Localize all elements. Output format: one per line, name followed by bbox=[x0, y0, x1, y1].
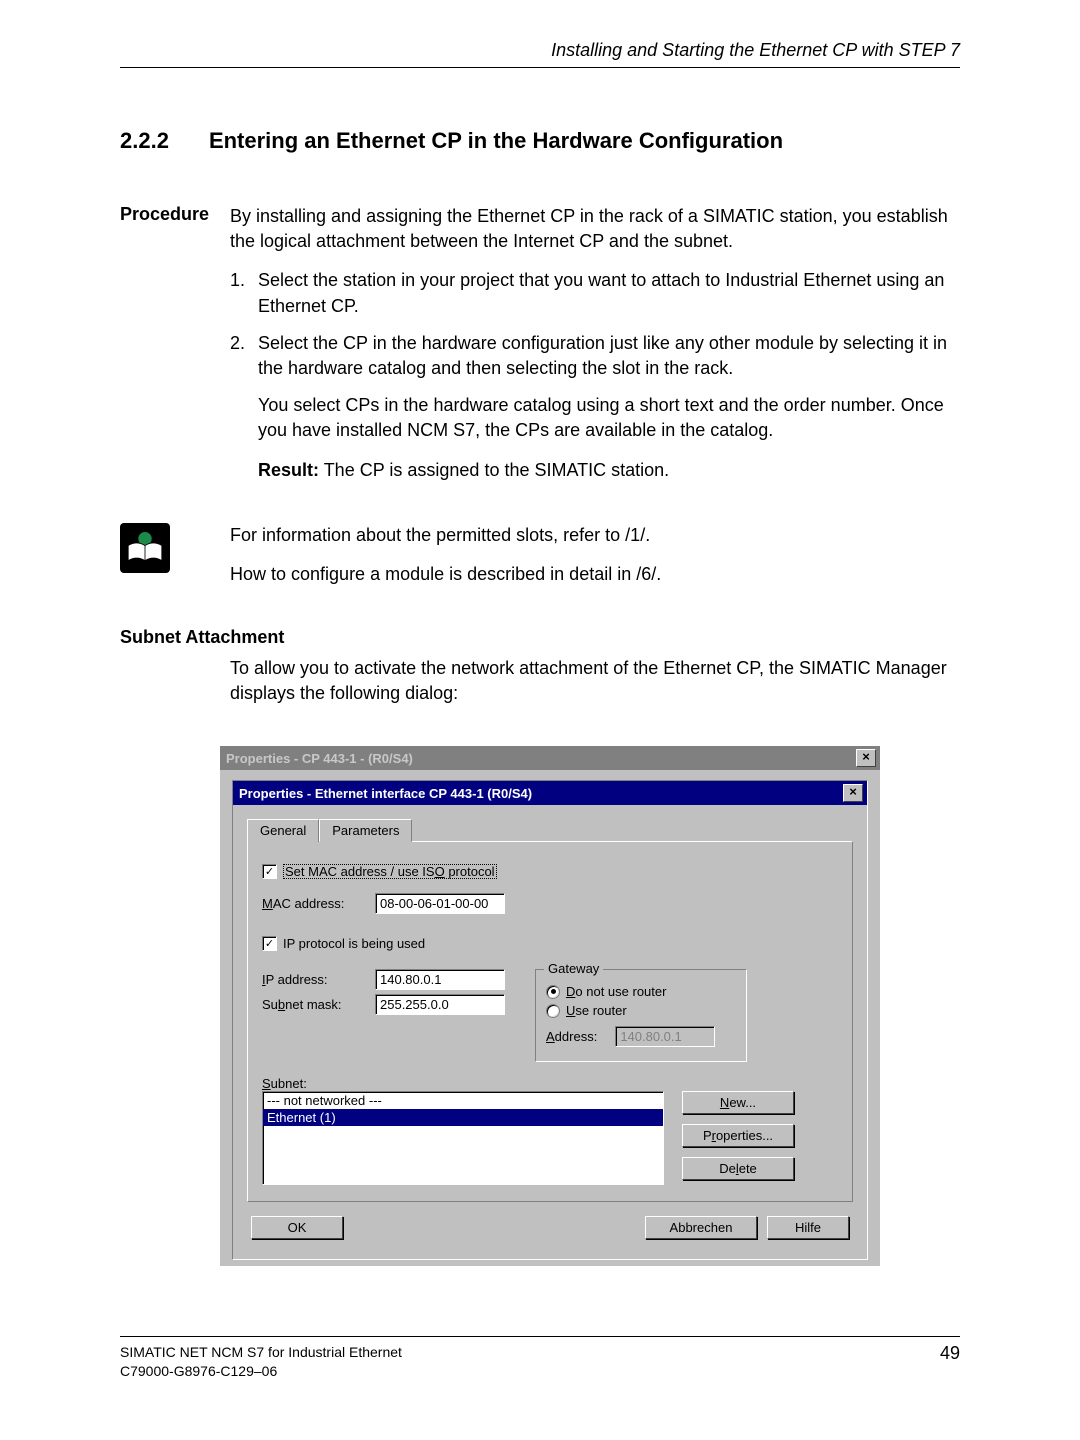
tab-general[interactable]: General bbox=[247, 819, 319, 842]
ip-address-label: IP address: bbox=[262, 972, 357, 987]
procedure-step-2: 2. Select the CP in the hardware configu… bbox=[230, 331, 960, 381]
subnet-mask-input[interactable]: 255.255.0.0 bbox=[375, 994, 505, 1015]
subnet-mask-label: Subnet mask: bbox=[262, 997, 357, 1012]
list-item[interactable]: Ethernet (1) bbox=[263, 1109, 663, 1126]
outer-title-text: Properties - CP 443-1 - (R0/S4) bbox=[226, 751, 413, 766]
list-item[interactable]: --- not networked --- bbox=[263, 1092, 663, 1109]
procedure-ref-1: For information about the permitted slot… bbox=[230, 523, 960, 548]
inner-title-text: Properties - Ethernet interface CP 443-1… bbox=[239, 786, 532, 801]
reader-icon bbox=[120, 523, 220, 573]
ip-used-checkbox[interactable]: ✓ bbox=[262, 936, 277, 951]
procedure-result: Result: The CP is assigned to the SIMATI… bbox=[258, 458, 960, 483]
mac-address-input[interactable]: 08-00-06-01-00-00 bbox=[375, 893, 505, 914]
tab-parameters[interactable]: Parameters bbox=[319, 819, 412, 842]
subnet-list-label: Subnet: bbox=[262, 1076, 838, 1091]
new-button[interactable]: New... bbox=[682, 1091, 794, 1114]
subnet-intro: To allow you to activate the network att… bbox=[230, 656, 960, 706]
ip-used-label: IP protocol is being used bbox=[283, 936, 425, 951]
footer-line2: C79000-G8976-C129–06 bbox=[120, 1362, 402, 1380]
inner-titlebar[interactable]: Properties - Ethernet interface CP 443-1… bbox=[233, 781, 867, 805]
procedure-label: Procedure bbox=[120, 204, 220, 497]
properties-dialog-outer: Properties - CP 443-1 - (R0/S4) × Proper… bbox=[220, 746, 880, 1266]
mac-address-label: MAC address: bbox=[262, 896, 357, 911]
footer-line1: SIMATIC NET NCM S7 for Industrial Ethern… bbox=[120, 1343, 402, 1361]
subnet-listbox[interactable]: --- not networked --- Ethernet (1) bbox=[262, 1091, 664, 1185]
page-number: 49 bbox=[940, 1343, 960, 1379]
procedure-step-1: 1. Select the station in your project th… bbox=[230, 268, 960, 318]
delete-button[interactable]: Delete bbox=[682, 1157, 794, 1180]
running-header: Installing and Starting the Ethernet CP … bbox=[120, 40, 960, 68]
outer-titlebar[interactable]: Properties - CP 443-1 - (R0/S4) × bbox=[220, 746, 880, 770]
close-icon[interactable]: × bbox=[843, 784, 863, 802]
section-number: 2.2.2 bbox=[120, 128, 169, 154]
use-router-label: Use router bbox=[566, 1003, 627, 1018]
set-mac-checkbox[interactable]: ✓ bbox=[262, 864, 277, 879]
use-router-radio[interactable] bbox=[546, 1004, 560, 1018]
section-heading: 2.2.2 Entering an Ethernet CP in the Har… bbox=[120, 128, 960, 154]
gateway-address-input: 140.80.0.1 bbox=[615, 1026, 715, 1047]
page-footer: SIMATIC NET NCM S7 for Industrial Ethern… bbox=[120, 1336, 960, 1379]
procedure-intro: By installing and assigning the Ethernet… bbox=[230, 204, 960, 254]
parameters-panel: ✓ Set MAC address / use ISO protocol MAC… bbox=[247, 841, 853, 1202]
set-mac-label: Set MAC address / use ISO protocol bbox=[283, 864, 497, 879]
no-router-label: Do not use router bbox=[566, 984, 666, 999]
ip-address-input[interactable]: 140.80.0.1 bbox=[375, 969, 505, 990]
procedure-ref-2: How to configure a module is described i… bbox=[230, 562, 960, 587]
properties-button[interactable]: Properties... bbox=[682, 1124, 794, 1147]
gateway-groupbox: Gateway Do not use router bbox=[535, 969, 747, 1062]
subnet-attachment-label: Subnet Attachment bbox=[120, 627, 960, 648]
gateway-address-label: Address: bbox=[546, 1029, 597, 1044]
gateway-title: Gateway bbox=[544, 961, 603, 976]
procedure-step-2b: You select CPs in the hardware catalog u… bbox=[258, 393, 960, 443]
help-button[interactable]: Hilfe bbox=[767, 1216, 849, 1239]
cancel-button[interactable]: Abbrechen bbox=[645, 1216, 757, 1239]
ok-button[interactable]: OK bbox=[251, 1216, 343, 1239]
no-router-radio[interactable] bbox=[546, 985, 560, 999]
close-icon[interactable]: × bbox=[856, 749, 876, 767]
section-title: Entering an Ethernet CP in the Hardware … bbox=[209, 128, 783, 154]
